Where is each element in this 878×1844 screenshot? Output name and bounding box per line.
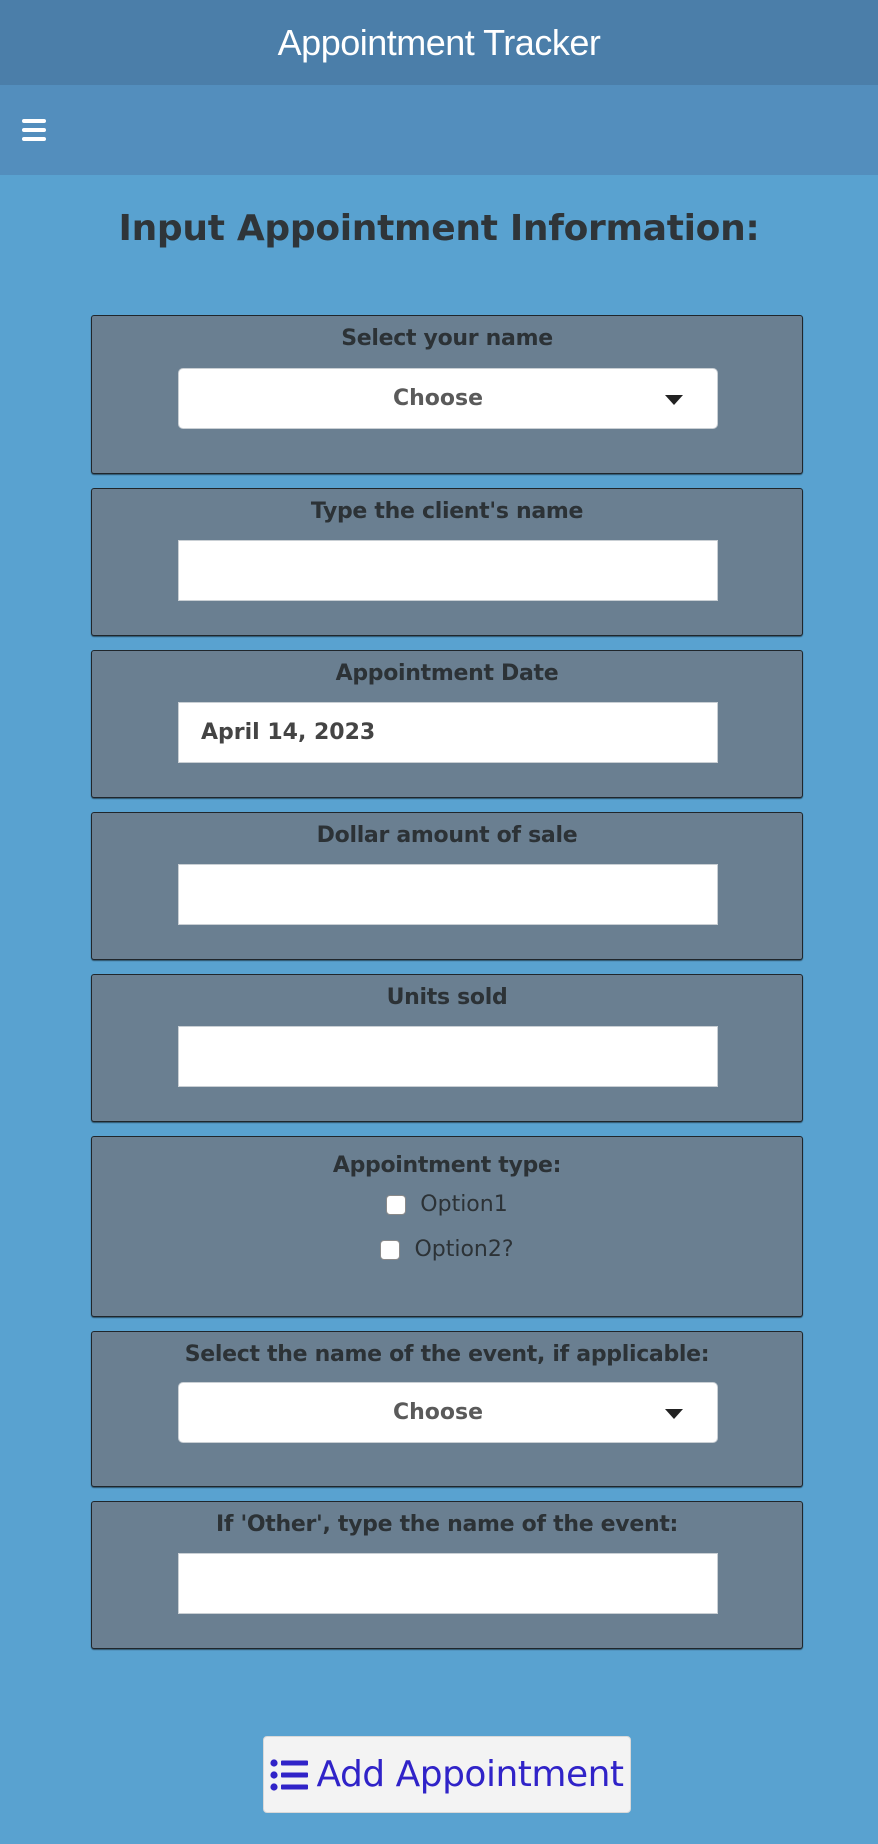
toolbar — [0, 85, 878, 175]
checkbox-option1[interactable]: Option1 — [92, 1182, 802, 1227]
panel-event-name: Select the name of the event, if applica… — [91, 1331, 803, 1487]
checkbox-option1-label: Option1 — [420, 1192, 508, 1217]
app-header: Appointment Tracker — [0, 0, 878, 85]
page-title: Input Appointment Information: — [118, 208, 760, 249]
your-name-label: Select your name — [341, 326, 553, 351]
appointment-date-input[interactable]: April 14, 2023 — [178, 702, 718, 763]
chevron-down-icon — [665, 1409, 683, 1419]
panel-units-sold: Units sold — [91, 974, 803, 1122]
appointment-date-label: Appointment Date — [335, 661, 559, 686]
checkbox-option1-box[interactable] — [386, 1194, 407, 1215]
panel-appointment-type: Appointment type: Option1 Option2? — [91, 1136, 803, 1317]
units-sold-label: Units sold — [386, 985, 508, 1010]
event-name-label: Select the name of the event, if applica… — [184, 1342, 710, 1367]
client-name-label: Type the client's name — [310, 499, 584, 524]
panel-other-event: If 'Other', type the name of the event: — [91, 1501, 803, 1649]
panel-dollar-amount: Dollar amount of sale — [91, 812, 803, 960]
checkbox-option2-label: Option2? — [414, 1237, 514, 1262]
appointment-form: Select your name Choose Type the client'… — [0, 315, 878, 1649]
panel-appointment-date: Appointment Date April 14, 2023 — [91, 650, 803, 798]
other-event-input[interactable] — [178, 1553, 718, 1614]
app-title: Appointment Tracker — [277, 21, 601, 63]
client-name-input[interactable] — [178, 540, 718, 601]
dollar-amount-input[interactable] — [178, 864, 718, 925]
checkbox-option2-box[interactable] — [380, 1239, 401, 1260]
panel-your-name: Select your name Choose — [91, 315, 803, 474]
checkbox-option2[interactable]: Option2? — [92, 1227, 802, 1272]
your-name-select-value: Choose — [392, 386, 484, 411]
event-name-select-value: Choose — [392, 1400, 484, 1425]
appointment-type-label: Appointment type: — [332, 1153, 562, 1178]
panel-client-name: Type the client's name — [91, 488, 803, 636]
event-name-select[interactable]: Choose — [178, 1382, 718, 1443]
dollar-amount-label: Dollar amount of sale — [316, 823, 578, 848]
other-event-label: If 'Other', type the name of the event: — [215, 1512, 679, 1537]
your-name-select[interactable]: Choose — [178, 368, 718, 429]
add-appointment-button[interactable]: Add Appointment — [263, 1736, 631, 1813]
hamburger-menu-icon[interactable] — [22, 119, 46, 141]
list-icon — [270, 1758, 309, 1791]
units-sold-input[interactable] — [178, 1026, 718, 1087]
add-appointment-label: Add Appointment — [316, 1754, 624, 1795]
chevron-down-icon — [665, 395, 683, 405]
